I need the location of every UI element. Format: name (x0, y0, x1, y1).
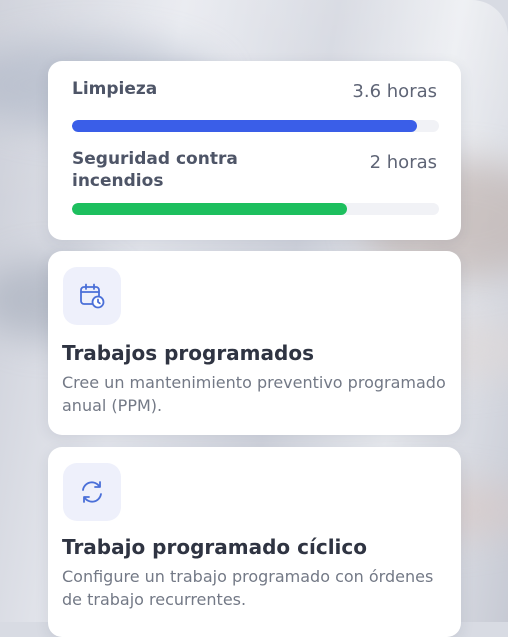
feature-title: Trabajos programados (62, 341, 314, 365)
calendar-clock-icon (63, 267, 121, 325)
feature-description: Cree un mantenimiento preventivo program… (62, 373, 446, 415)
scheduled-jobs-card[interactable]: Trabajos programados Cree un mantenimien… (48, 251, 461, 435)
metric-label-seguridad: Seguridad contra incendios (72, 149, 238, 191)
progress-track-seguridad (72, 203, 439, 215)
feature-description: Configure un trabajo programado con órde… (62, 567, 434, 609)
cyclic-scheduled-job-card[interactable]: Trabajo programado cíclico Configure un … (48, 447, 461, 637)
refresh-cycle-icon (63, 463, 121, 521)
metric-label-limpieza: Limpieza (72, 79, 158, 99)
metric-value-limpieza: 3.6 horas (352, 81, 437, 102)
progress-fill-limpieza (72, 120, 417, 132)
progress-track-limpieza (72, 120, 439, 132)
feature-title: Trabajo programado cíclico (62, 535, 367, 559)
hours-summary-card: Limpieza 3.6 horas Seguridad contra ince… (48, 61, 461, 240)
progress-fill-seguridad (72, 203, 348, 215)
metric-value-seguridad: 2 horas (369, 152, 437, 173)
